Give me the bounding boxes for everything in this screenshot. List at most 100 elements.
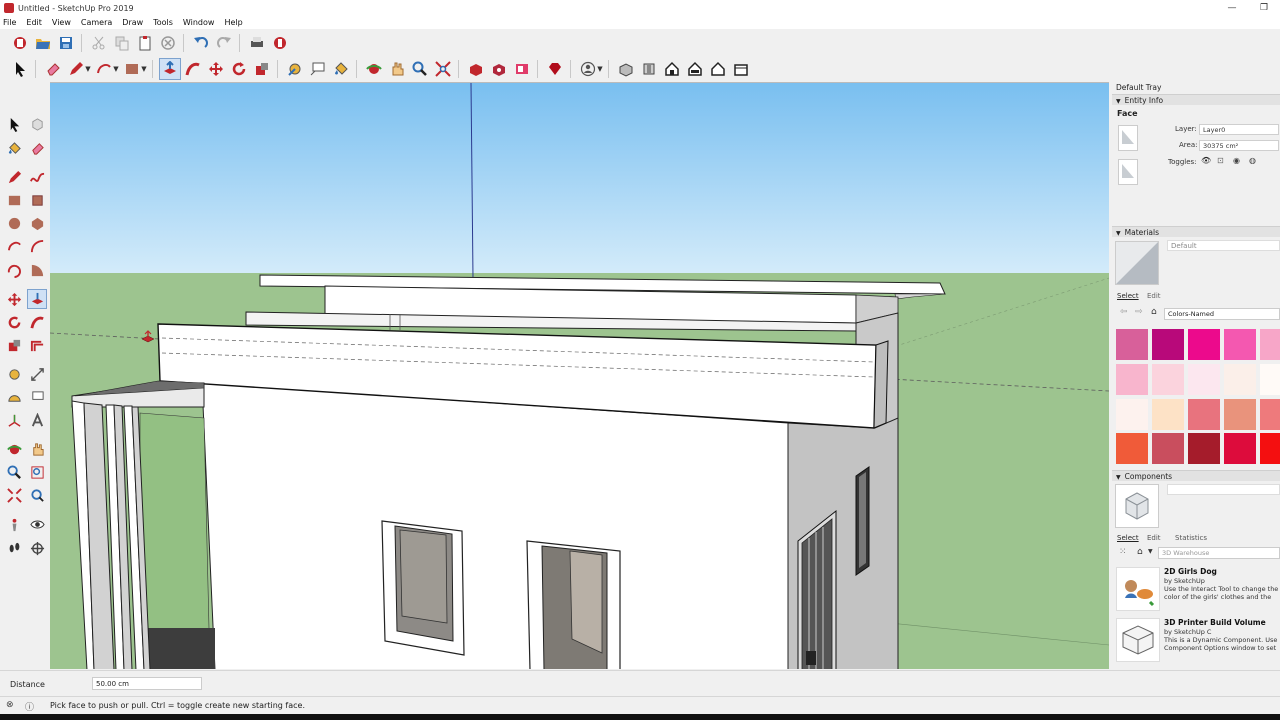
- arc-dropdown-icon[interactable]: ▼: [112, 65, 120, 73]
- tape-measure-tool-left[interactable]: [4, 364, 24, 384]
- two-point-arc-tool[interactable]: [27, 236, 47, 256]
- protractor-tool[interactable]: [4, 387, 24, 407]
- scale-tool-left[interactable]: [4, 335, 24, 355]
- 3d-text-tool[interactable]: [27, 410, 47, 430]
- color-swatch[interactable]: [1260, 329, 1280, 360]
- pan-tool-left[interactable]: [27, 439, 47, 459]
- circle-tool[interactable]: [4, 213, 24, 233]
- left-view-button[interactable]: [730, 58, 752, 80]
- copy-button[interactable]: [111, 32, 133, 54]
- move-tool-left[interactable]: [4, 289, 24, 309]
- save-button[interactable]: [55, 32, 77, 54]
- three-point-arc-tool[interactable]: [4, 260, 24, 280]
- arc-tool-left[interactable]: [4, 236, 24, 256]
- model-info-button[interactable]: [269, 32, 291, 54]
- paste-button[interactable]: [134, 32, 156, 54]
- scale-tool[interactable]: [251, 58, 273, 80]
- offset-tool[interactable]: [27, 335, 47, 355]
- tape-measure-tool[interactable]: [284, 58, 306, 80]
- line-tool-left[interactable]: [4, 167, 24, 187]
- push-pull-tool[interactable]: [159, 58, 181, 80]
- measurements-input[interactable]: 50.00 cm: [92, 677, 202, 690]
- menu-view[interactable]: View: [52, 18, 71, 27]
- visibility-eye-icon[interactable]: 👁: [1201, 156, 1211, 165]
- menu-draw[interactable]: Draw: [122, 18, 143, 27]
- account-dropdown-icon[interactable]: ▼: [596, 65, 604, 73]
- color-swatch[interactable]: [1152, 433, 1184, 464]
- home-icon[interactable]: ⌂: [1151, 307, 1157, 317]
- line-dropdown-icon[interactable]: ▼: [84, 65, 92, 73]
- restore-button[interactable]: ❐: [1248, 0, 1280, 16]
- rotate-tool[interactable]: [228, 58, 250, 80]
- color-swatch[interactable]: [1116, 364, 1148, 395]
- layer-select[interactable]: Layer0: [1199, 124, 1279, 135]
- print-button[interactable]: [246, 32, 268, 54]
- home-icon[interactable]: ⌂: [1137, 547, 1143, 557]
- info-icon[interactable]: ⓘ: [25, 700, 34, 713]
- freehand-tool[interactable]: [27, 167, 47, 187]
- model-viewport[interactable]: [50, 82, 1109, 669]
- follow-me-tool[interactable]: [182, 58, 204, 80]
- color-swatch[interactable]: [1116, 329, 1148, 360]
- paint-bucket-tool[interactable]: [330, 58, 352, 80]
- axes-tool[interactable]: [4, 410, 24, 430]
- color-swatch[interactable]: [1188, 433, 1220, 464]
- color-swatch[interactable]: [1260, 399, 1280, 430]
- text-tool[interactable]: [307, 58, 329, 80]
- select-tool-left[interactable]: [4, 114, 24, 134]
- pan-tool[interactable]: [386, 58, 408, 80]
- right-view-button[interactable]: [684, 58, 706, 80]
- materials-header[interactable]: ▼ Materials: [1112, 226, 1280, 237]
- previous-view-tool[interactable]: [27, 485, 47, 505]
- walk-tool[interactable]: [4, 538, 24, 558]
- back-arrow-icon[interactable]: ⇦: [1120, 307, 1128, 317]
- shape-dropdown-icon[interactable]: ▼: [140, 65, 148, 73]
- components-header[interactable]: ▼ Components: [1112, 470, 1280, 481]
- model-canvas[interactable]: [50, 83, 1109, 669]
- ruby-console-button[interactable]: [544, 58, 566, 80]
- color-swatch[interactable]: [1188, 364, 1220, 395]
- color-swatch[interactable]: [1224, 399, 1256, 430]
- move-tool[interactable]: [205, 58, 227, 80]
- front-view-button[interactable]: [661, 58, 683, 80]
- material-name-field[interactable]: Default: [1167, 240, 1280, 251]
- polygon-tool[interactable]: [27, 213, 47, 233]
- pie-tool[interactable]: [27, 260, 47, 280]
- color-swatch[interactable]: [1116, 433, 1148, 464]
- rotate-tool-left[interactable]: [4, 312, 24, 332]
- open-button[interactable]: [32, 32, 54, 54]
- new-button[interactable]: [9, 32, 31, 54]
- menu-help[interactable]: Help: [224, 18, 242, 27]
- entity-info-header[interactable]: ▼ Entity Info: [1112, 94, 1280, 105]
- materials-select-tab[interactable]: Select: [1117, 292, 1139, 300]
- menu-edit[interactable]: Edit: [26, 18, 42, 27]
- menu-window[interactable]: Window: [183, 18, 215, 27]
- receive-shadows-icon[interactable]: ◍: [1249, 156, 1256, 165]
- color-swatch[interactable]: [1152, 329, 1184, 360]
- top-view-button[interactable]: [638, 58, 660, 80]
- make-component-tool[interactable]: [27, 114, 47, 134]
- rectangle-tool-left[interactable]: [4, 190, 24, 210]
- dimension-tool[interactable]: [27, 364, 47, 384]
- lock-icon[interactable]: ⊡: [1217, 156, 1224, 165]
- section-plane-tool[interactable]: [27, 538, 47, 558]
- zoom-tool[interactable]: [409, 58, 431, 80]
- cut-button[interactable]: [88, 32, 110, 54]
- look-around-tool[interactable]: [27, 514, 47, 534]
- front-face-material-swatch[interactable]: [1118, 125, 1138, 151]
- geo-location-icon[interactable]: ⊗: [6, 700, 14, 710]
- position-camera-tool[interactable]: [4, 514, 24, 534]
- select-tool[interactable]: [9, 58, 31, 80]
- orbit-tool-left[interactable]: [4, 439, 24, 459]
- undo-button[interactable]: [190, 32, 212, 54]
- color-swatch[interactable]: [1260, 433, 1280, 464]
- color-swatch[interactable]: [1188, 399, 1220, 430]
- cast-shadows-icon[interactable]: ◉: [1233, 156, 1240, 165]
- text-tool-left[interactable]: [27, 387, 47, 407]
- menu-camera[interactable]: Camera: [81, 18, 112, 27]
- layout-button[interactable]: [511, 58, 533, 80]
- component-list-item[interactable]: 3D Printer Build Volume by SketchUp C Th…: [1112, 616, 1280, 664]
- back-face-material-swatch[interactable]: [1118, 159, 1138, 185]
- color-swatch[interactable]: [1116, 399, 1148, 430]
- zoom-tool-left[interactable]: [4, 462, 24, 482]
